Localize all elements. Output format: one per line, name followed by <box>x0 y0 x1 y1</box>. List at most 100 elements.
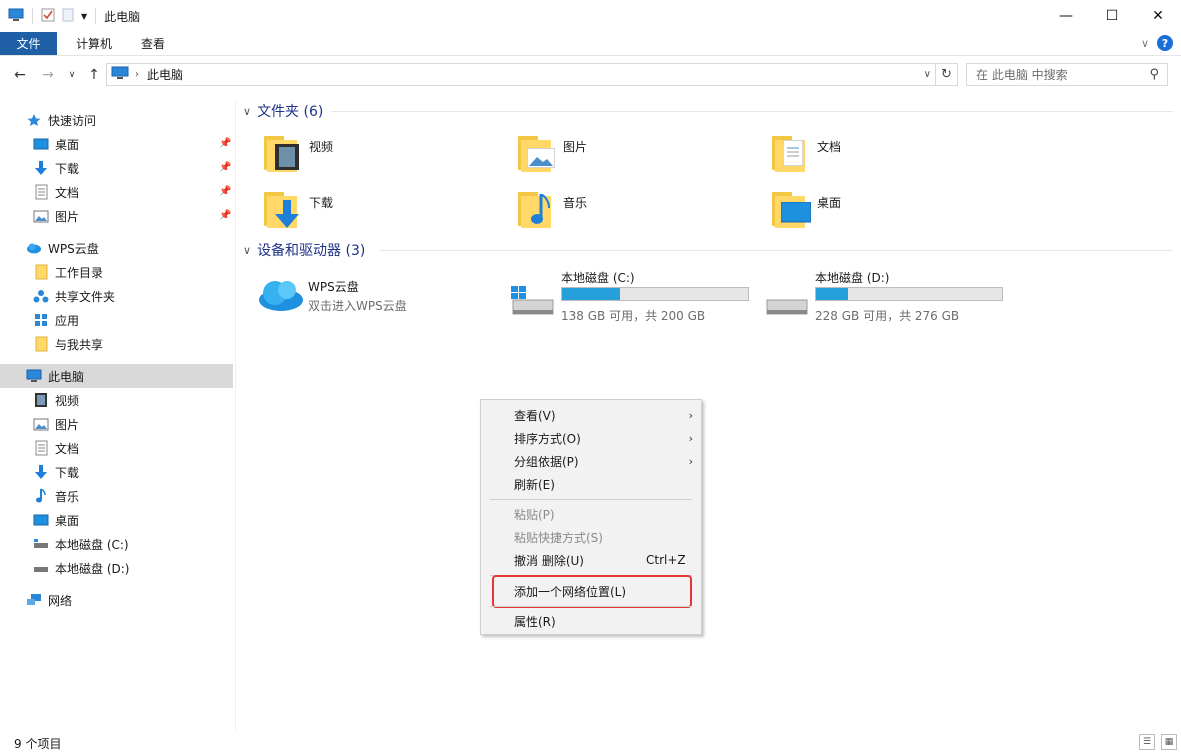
nav-item-pictures[interactable]: 图片 <box>33 204 79 228</box>
menu-item-add-network-location[interactable]: 添加一个网络位置(L) <box>481 580 703 602</box>
breadcrumb-chevron-icon[interactable]: › <box>135 69 139 80</box>
cloud-icon <box>26 240 42 256</box>
menu-item-refresh[interactable]: 刷新(E) <box>481 473 703 495</box>
nav-item-drive-c[interactable]: 本地磁盘 (C:) <box>33 532 129 556</box>
tab-computer[interactable]: 计算机 <box>57 32 131 55</box>
new-folder-icon[interactable] <box>61 8 75 25</box>
pin-icon[interactable]: 📌 <box>219 186 231 197</box>
film-icon <box>33 392 49 408</box>
computer-icon[interactable] <box>8 8 24 25</box>
wps-cloud-drive[interactable]: WPS云盘 双击进入WPS云盘 <box>257 276 407 314</box>
collapse-chevron-icon[interactable]: ∨ <box>243 244 251 257</box>
nav-quick-access[interactable]: 快速访问 <box>26 108 96 132</box>
back-arrow-icon[interactable]: ← <box>10 67 30 83</box>
menu-label: 分组依据(P) <box>514 454 579 469</box>
menu-item-view[interactable]: 查看(V) › <box>481 404 703 426</box>
menu-item-paste-shortcut[interactable]: 粘贴快捷方式(S) <box>481 526 703 548</box>
tab-file[interactable]: 文件 <box>0 32 57 55</box>
properties-icon[interactable] <box>41 8 55 25</box>
nav-item-videos[interactable]: 视频 <box>33 388 79 412</box>
drive-free-text: 138 GB 可用，共 200 GB <box>561 309 706 323</box>
menu-item-group[interactable]: 分组依据(P) › <box>481 450 703 472</box>
menu-item-paste[interactable]: 粘贴(P) <box>481 503 703 525</box>
nav-item-apps[interactable]: 应用 <box>33 308 79 332</box>
help-icon[interactable]: ? <box>1157 35 1173 51</box>
menu-item-sort[interactable]: 排序方式(O) › <box>481 427 703 449</box>
tab-view[interactable]: 查看 <box>131 32 184 55</box>
folder-tile-documents[interactable]: 文档 <box>769 132 841 174</box>
forward-arrow-icon[interactable]: → <box>38 67 58 83</box>
folder-tile-desktop[interactable]: 桌面 <box>769 188 841 230</box>
pin-icon[interactable]: 📌 <box>219 138 231 149</box>
folder-label: 桌面 <box>817 196 842 210</box>
folder-tile-music[interactable]: 音乐 <box>515 188 587 230</box>
nav-label: 本地磁盘 (D:) <box>55 561 130 576</box>
group-divider <box>331 111 1173 112</box>
recent-locations-chevron-icon[interactable]: ∨ <box>62 70 82 80</box>
nav-network[interactable]: 网络 <box>26 588 72 612</box>
share-icon <box>33 288 49 304</box>
drive-name: 本地磁盘 (C:) <box>561 271 635 285</box>
nav-label: 此电脑 <box>48 369 85 384</box>
status-bar: 9 个项目 ☰ ▦ <box>0 730 1181 756</box>
nav-item-downloads[interactable]: 下载 <box>33 460 79 484</box>
menu-separator <box>490 499 692 500</box>
nav-label: 桌面 <box>55 513 80 528</box>
customize-toolbar-chevron-icon[interactable]: ▼ <box>81 12 87 21</box>
network-icon <box>26 592 42 608</box>
close-button[interactable]: ✕ <box>1135 0 1181 32</box>
content-area[interactable]: ∨ 文件夹 (6) 视频 图片 文档 下载 音乐 桌面 ∨ 设备和驱动器 (3)… <box>237 96 1181 730</box>
nav-label: 应用 <box>55 313 80 328</box>
collapse-chevron-icon[interactable]: ∨ <box>243 105 251 118</box>
menu-shortcut: Ctrl+Z <box>646 553 686 567</box>
nav-this-pc[interactable]: 此电脑 <box>0 364 233 388</box>
maximize-button[interactable]: ☐ <box>1089 0 1135 32</box>
breadcrumb[interactable]: 此电脑 <box>147 66 183 83</box>
drive-free-text: 228 GB 可用，共 276 GB <box>815 309 960 323</box>
item-count: 9 个项目 <box>14 736 62 751</box>
navigation-pane: 快速访问 桌面 📌 下载 📌 文档 📌 图片 📌 WPS云盘 工作目录 共享文件… <box>0 100 236 730</box>
nav-item-downloads[interactable]: 下载 <box>33 156 79 180</box>
minimize-button[interactable]: — <box>1043 0 1089 32</box>
nav-item-documents[interactable]: 文档 <box>33 180 79 204</box>
folder-tile-videos[interactable]: 视频 <box>261 132 333 174</box>
address-dropdown-icon[interactable]: ∨ <box>924 69 931 80</box>
nav-item-shared-folder[interactable]: 共享文件夹 <box>33 284 115 308</box>
nav-label: 共享文件夹 <box>55 289 116 304</box>
nav-item-desktop[interactable]: 桌面 <box>33 508 79 532</box>
menu-label: 排序方式(O) <box>514 431 581 446</box>
search-placeholder: 在 此电脑 中搜索 <box>976 68 1068 82</box>
nav-wps-cloud[interactable]: WPS云盘 <box>26 236 99 260</box>
nav-item-drive-d[interactable]: 本地磁盘 (D:) <box>33 556 129 580</box>
ribbon-tabs: 文件 计算机 查看 ∨ ? <box>0 32 1181 56</box>
large-icons-view-icon[interactable]: ▦ <box>1161 734 1177 750</box>
pin-icon[interactable]: 📌 <box>219 210 231 221</box>
menu-item-undo-delete[interactable]: 撤消 删除(U) Ctrl+Z <box>481 549 703 571</box>
nav-item-shared-with-me[interactable]: 与我共享 <box>33 332 103 356</box>
refresh-button[interactable]: ↻ <box>936 63 958 86</box>
nav-item-work-dir[interactable]: 工作目录 <box>33 260 103 284</box>
devices-group-header[interactable]: ∨ 设备和驱动器 (3) <box>243 239 365 261</box>
download-arrow-icon <box>33 464 49 480</box>
folder-tile-downloads[interactable]: 下载 <box>261 188 333 230</box>
up-arrow-icon[interactable]: ↑ <box>84 67 104 83</box>
nav-item-documents[interactable]: 文档 <box>33 436 79 460</box>
nav-item-music[interactable]: 音乐 <box>33 484 79 508</box>
submenu-arrow-icon: › <box>688 431 693 445</box>
download-arrow-icon <box>33 160 49 176</box>
expand-ribbon-chevron-icon[interactable]: ∨ <box>1141 37 1149 50</box>
address-bar[interactable]: › 此电脑 ∨ <box>106 63 936 86</box>
folder-tile-pictures[interactable]: 图片 <box>515 132 587 174</box>
search-input[interactable]: 在 此电脑 中搜索 ⚲ <box>966 63 1168 86</box>
menu-item-properties[interactable]: 属性(R) <box>481 610 703 632</box>
context-menu: 查看(V) › 排序方式(O) › 分组依据(P) › 刷新(E) 粘贴(P) … <box>480 399 702 635</box>
pin-icon[interactable]: 📌 <box>219 162 231 173</box>
submenu-arrow-icon: › <box>688 408 693 422</box>
nav-item-desktop[interactable]: 桌面 <box>33 132 79 156</box>
menu-label: 添加一个网络位置(L) <box>514 584 627 599</box>
folder-label: 视频 <box>309 140 334 154</box>
details-view-icon[interactable]: ☰ <box>1139 734 1155 750</box>
folders-group-header[interactable]: ∨ 文件夹 (6) <box>243 100 323 122</box>
document-icon <box>33 440 49 456</box>
nav-item-pictures[interactable]: 图片 <box>33 412 79 436</box>
